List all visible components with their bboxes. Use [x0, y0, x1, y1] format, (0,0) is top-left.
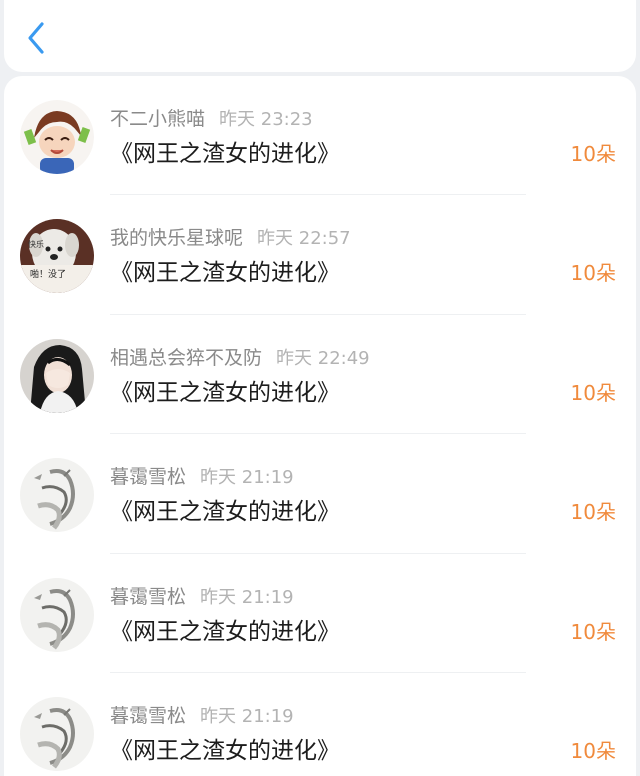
book-title[interactable]: 《网王之渣女的进化》	[110, 492, 340, 526]
record-meta: 我的快乐星球呢 昨天 22:57	[110, 223, 351, 250]
timestamp: 昨天 21:19	[200, 467, 294, 489]
gift-amount: 10朵	[570, 619, 616, 644]
book-title[interactable]: 《网王之渣女的进化》	[110, 731, 340, 765]
record-meta: 暮霭雪松 昨天 21:19	[110, 582, 294, 609]
anime-boy-avatar-icon	[20, 100, 94, 174]
timestamp: 昨天 23:23	[219, 109, 313, 130]
list-item[interactable]: 暮霭雪松 昨天 21:19 《网王之渣女的进化》 10朵	[4, 673, 636, 776]
ink-sketch-avatar-icon	[20, 577, 94, 652]
gift-amount: 10朵	[570, 142, 616, 166]
record-meta: 相遇总会猝不及防 昨天 22:49	[110, 343, 370, 370]
ink-sketch-avatar-icon	[20, 696, 94, 771]
gift-amount: 10朵	[570, 500, 616, 525]
timestamp: 昨天 22:49	[276, 347, 370, 369]
gift-record-list: 不二小熊喵 昨天 23:23 《网王之渣女的进化》 10朵 快乐 啪！没了 我的快…	[4, 76, 636, 776]
record-meta: 不二小熊喵 昨天 23:23	[110, 104, 313, 131]
timestamp: 昨天 21:19	[200, 586, 294, 608]
top-bar	[4, 0, 636, 72]
nickname[interactable]: 相遇总会猝不及防	[110, 347, 262, 369]
chevron-left-icon	[28, 22, 44, 54]
avatar-caption: 啪！没了	[30, 268, 66, 280]
list-item[interactable]: 相遇总会猝不及防 昨天 22:49 《网王之渣女的进化》 10朵	[4, 315, 636, 435]
list-item[interactable]: 不二小熊喵 昨天 23:23 《网王之渣女的进化》 10朵	[4, 76, 636, 196]
list-item[interactable]: 快乐 啪！没了 我的快乐星球呢 昨天 22:57 《网王之渣女的进化》 10朵	[4, 195, 636, 316]
girl-photo-avatar-icon	[20, 338, 94, 413]
avatar[interactable]	[20, 338, 94, 413]
gift-amount: 10朵	[570, 261, 616, 286]
nickname[interactable]: 不二小熊喵	[110, 108, 205, 130]
book-title[interactable]: 《网王之渣女的进化》	[110, 134, 340, 168]
book-title[interactable]: 《网王之渣女的进化》	[110, 253, 340, 287]
timestamp: 昨天 22:57	[257, 228, 351, 250]
avatar[interactable]	[20, 100, 94, 174]
avatar-caption: 快乐	[28, 239, 44, 249]
nickname[interactable]: 我的快乐星球呢	[110, 227, 243, 249]
book-title[interactable]: 《网王之渣女的进化》	[110, 612, 340, 646]
avatar[interactable]	[20, 458, 94, 533]
list-item[interactable]: 暮霭雪松 昨天 21:19 《网王之渣女的进化》 10朵	[4, 554, 636, 674]
record-meta: 暮霭雪松 昨天 21:19	[110, 462, 294, 489]
ink-sketch-avatar-icon	[20, 458, 94, 533]
gift-amount: 10朵	[570, 380, 616, 405]
nickname[interactable]: 暮霭雪松	[110, 586, 186, 608]
record-meta: 暮霭雪松 昨天 21:19	[110, 701, 294, 728]
dog-meme-avatar-icon: 快乐 啪！没了	[20, 219, 94, 294]
gift-amount: 10朵	[570, 738, 616, 763]
avatar[interactable]	[20, 577, 94, 652]
nickname[interactable]: 暮霭雪松	[110, 466, 186, 488]
list-item[interactable]: 暮霭雪松 昨天 21:19 《网王之渣女的进化》 10朵	[4, 434, 636, 554]
book-title[interactable]: 《网王之渣女的进化》	[110, 373, 340, 407]
avatar[interactable]	[20, 696, 94, 771]
avatar[interactable]: 快乐 啪！没了	[20, 219, 94, 294]
back-button[interactable]	[22, 20, 54, 56]
timestamp: 昨天 21:19	[200, 705, 294, 727]
nickname[interactable]: 暮霭雪松	[110, 705, 186, 727]
